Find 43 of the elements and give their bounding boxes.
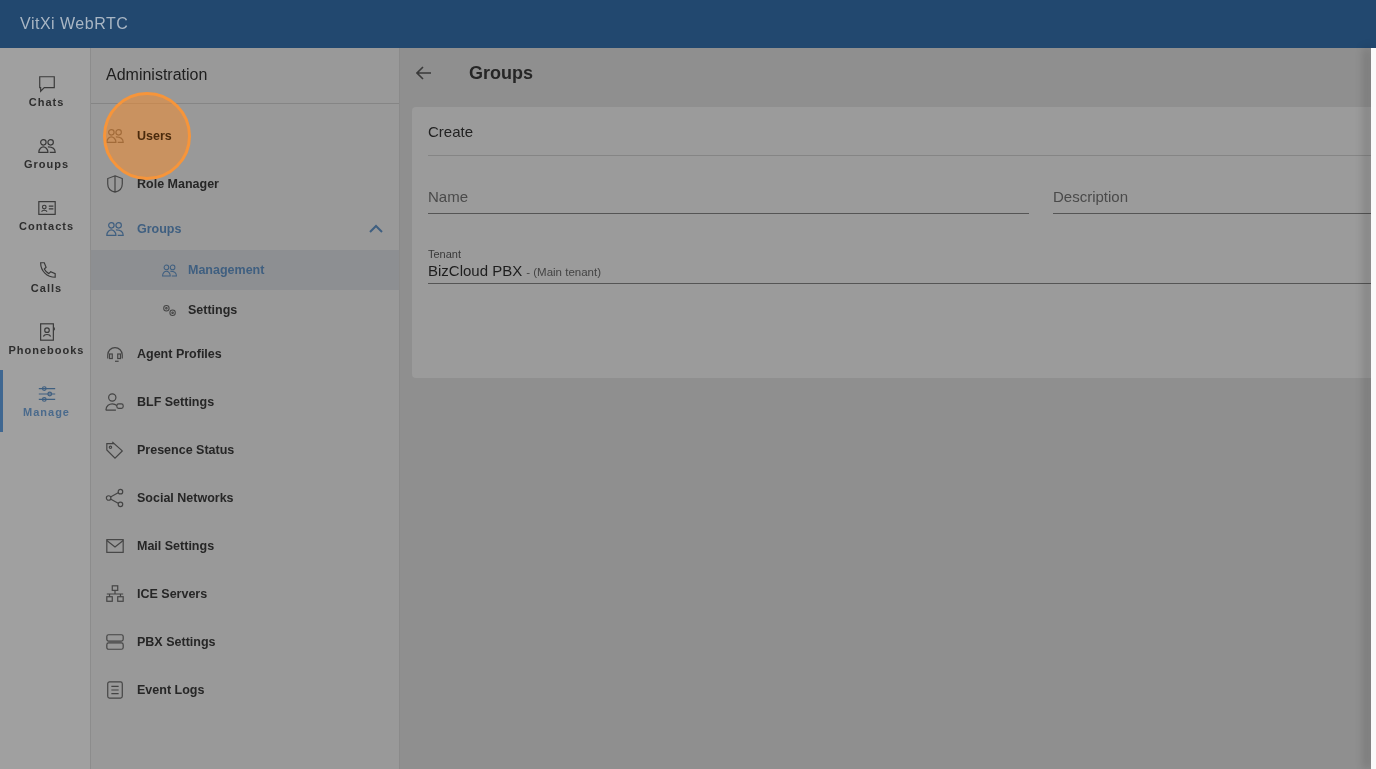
admin-title: Administration <box>91 48 399 104</box>
network-icon <box>105 584 125 604</box>
menu-item[interactable]: ICE Servers <box>91 570 399 618</box>
share-icon <box>105 488 125 508</box>
people-icon <box>105 126 125 146</box>
card-title: Create <box>428 107 1371 156</box>
menu-item[interactable]: PBX Settings <box>91 618 399 666</box>
nav-item[interactable]: Contacts <box>0 184 90 246</box>
people-icon <box>161 261 178 279</box>
menu-item[interactable]: Users <box>91 112 399 160</box>
menu-item[interactable]: Role Manager <box>91 160 399 208</box>
person-icon <box>105 392 125 412</box>
headset-icon <box>105 344 125 364</box>
speech-bubble-icon <box>36 74 57 94</box>
nav-item[interactable]: Chats <box>0 60 90 122</box>
menu-item[interactable]: Agent Profiles <box>91 330 399 378</box>
menu-item[interactable]: Mail Settings <box>91 522 399 570</box>
people-icon <box>36 136 57 156</box>
nav-item[interactable]: Phonebooks <box>0 308 90 370</box>
text-field[interactable]: Description <box>1053 178 1371 214</box>
sliders-icon <box>36 384 57 404</box>
server-icon <box>105 632 125 652</box>
field-label: Tenant <box>428 248 463 260</box>
nav-item[interactable]: Groups <box>0 122 90 184</box>
nav-item[interactable]: Calls <box>0 246 90 308</box>
menu-item[interactable]: Social Networks <box>91 474 399 522</box>
envelope-icon <box>105 536 125 556</box>
menu-item[interactable]: BLF Settings <box>91 378 399 426</box>
menu-item[interactable]: Presence Status <box>91 426 399 474</box>
page-title: Groups <box>469 62 533 84</box>
list-icon <box>105 680 125 700</box>
arrow-left-icon <box>416 66 432 80</box>
text-field[interactable]: Name <box>428 178 1029 214</box>
app-title: VitXi WebRTC <box>20 15 129 33</box>
submenu-item[interactable]: Settings <box>91 290 399 330</box>
menu-item[interactable]: Event Logs <box>91 666 399 714</box>
tenant-note: - (Main tenant) <box>526 266 601 278</box>
id-card-icon <box>36 198 57 218</box>
selected-value: BizCloud PBX <box>428 262 523 279</box>
shield-icon <box>105 174 125 194</box>
tag-icon <box>105 440 125 460</box>
people-icon <box>105 219 125 239</box>
tenant-select[interactable]: Tenant BizCloud PBX - (Main tenant) <box>428 248 1371 284</box>
